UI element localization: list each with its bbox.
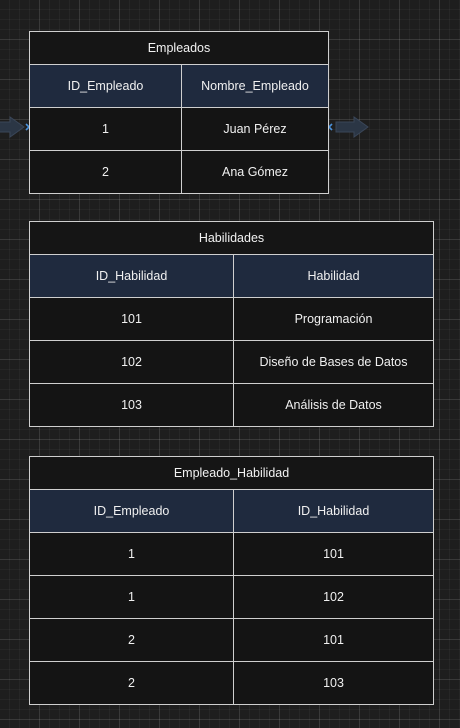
table-habilidades[interactable]: Habilidades ID_Habilidad Habilidad 101 P… bbox=[29, 221, 434, 427]
table-header-row: ID_Empleado Nombre_Empleado bbox=[30, 65, 328, 108]
table-header-row: ID_Empleado ID_Habilidad bbox=[30, 490, 433, 533]
table-cell: 2 bbox=[102, 165, 109, 179]
table-cell: 102 bbox=[121, 355, 142, 369]
table-cell: 101 bbox=[233, 619, 433, 661]
table-cell: 102 bbox=[233, 576, 433, 618]
column-header: ID_Habilidad bbox=[95, 269, 168, 283]
table-row[interactable]: 2 101 bbox=[30, 619, 433, 662]
table-title: Empleado_Habilidad bbox=[30, 457, 433, 490]
right-connector-arrow[interactable] bbox=[324, 114, 374, 140]
table-cell: 1 bbox=[128, 590, 135, 604]
table-cell: 1 bbox=[128, 547, 135, 561]
table-row[interactable]: 1 101 bbox=[30, 533, 433, 576]
table-cell: 103 bbox=[233, 662, 433, 704]
table-row[interactable]: 101 Programación bbox=[30, 298, 433, 341]
table-empleado-habilidad[interactable]: Empleado_Habilidad ID_Empleado ID_Habili… bbox=[29, 456, 434, 705]
table-row[interactable]: 1 Juan Pérez bbox=[30, 108, 328, 151]
table-empleados[interactable]: Empleados ID_Empleado Nombre_Empleado 1 … bbox=[29, 31, 329, 194]
column-header: ID_Empleado bbox=[93, 504, 170, 518]
table-cell: 1 bbox=[102, 122, 109, 136]
table-cell: 2 bbox=[128, 633, 135, 647]
table-cell: 103 bbox=[121, 398, 142, 412]
table-cell: Juan Pérez bbox=[181, 108, 328, 150]
table-cell: 2 bbox=[128, 676, 135, 690]
table-row[interactable]: 2 103 bbox=[30, 662, 433, 704]
table-title: Empleados bbox=[30, 32, 328, 65]
table-row[interactable]: 2 Ana Gómez bbox=[30, 151, 328, 193]
table-row[interactable]: 1 102 bbox=[30, 576, 433, 619]
column-header: Nombre_Empleado bbox=[181, 65, 328, 107]
table-cell: 101 bbox=[233, 533, 433, 575]
table-row[interactable]: 102 Diseño de Bases de Datos bbox=[30, 341, 433, 384]
column-header: Habilidad bbox=[233, 255, 433, 297]
column-header: ID_Habilidad bbox=[233, 490, 433, 532]
table-cell: Programación bbox=[233, 298, 433, 340]
column-header: ID_Empleado bbox=[67, 79, 144, 93]
table-cell: Ana Gómez bbox=[181, 151, 328, 193]
table-row[interactable]: 103 Análisis de Datos bbox=[30, 384, 433, 426]
table-title: Habilidades bbox=[30, 222, 433, 255]
table-header-row: ID_Habilidad Habilidad bbox=[30, 255, 433, 298]
table-cell: 101 bbox=[121, 312, 142, 326]
table-cell: Diseño de Bases de Datos bbox=[233, 341, 433, 383]
table-cell: Análisis de Datos bbox=[233, 384, 433, 426]
